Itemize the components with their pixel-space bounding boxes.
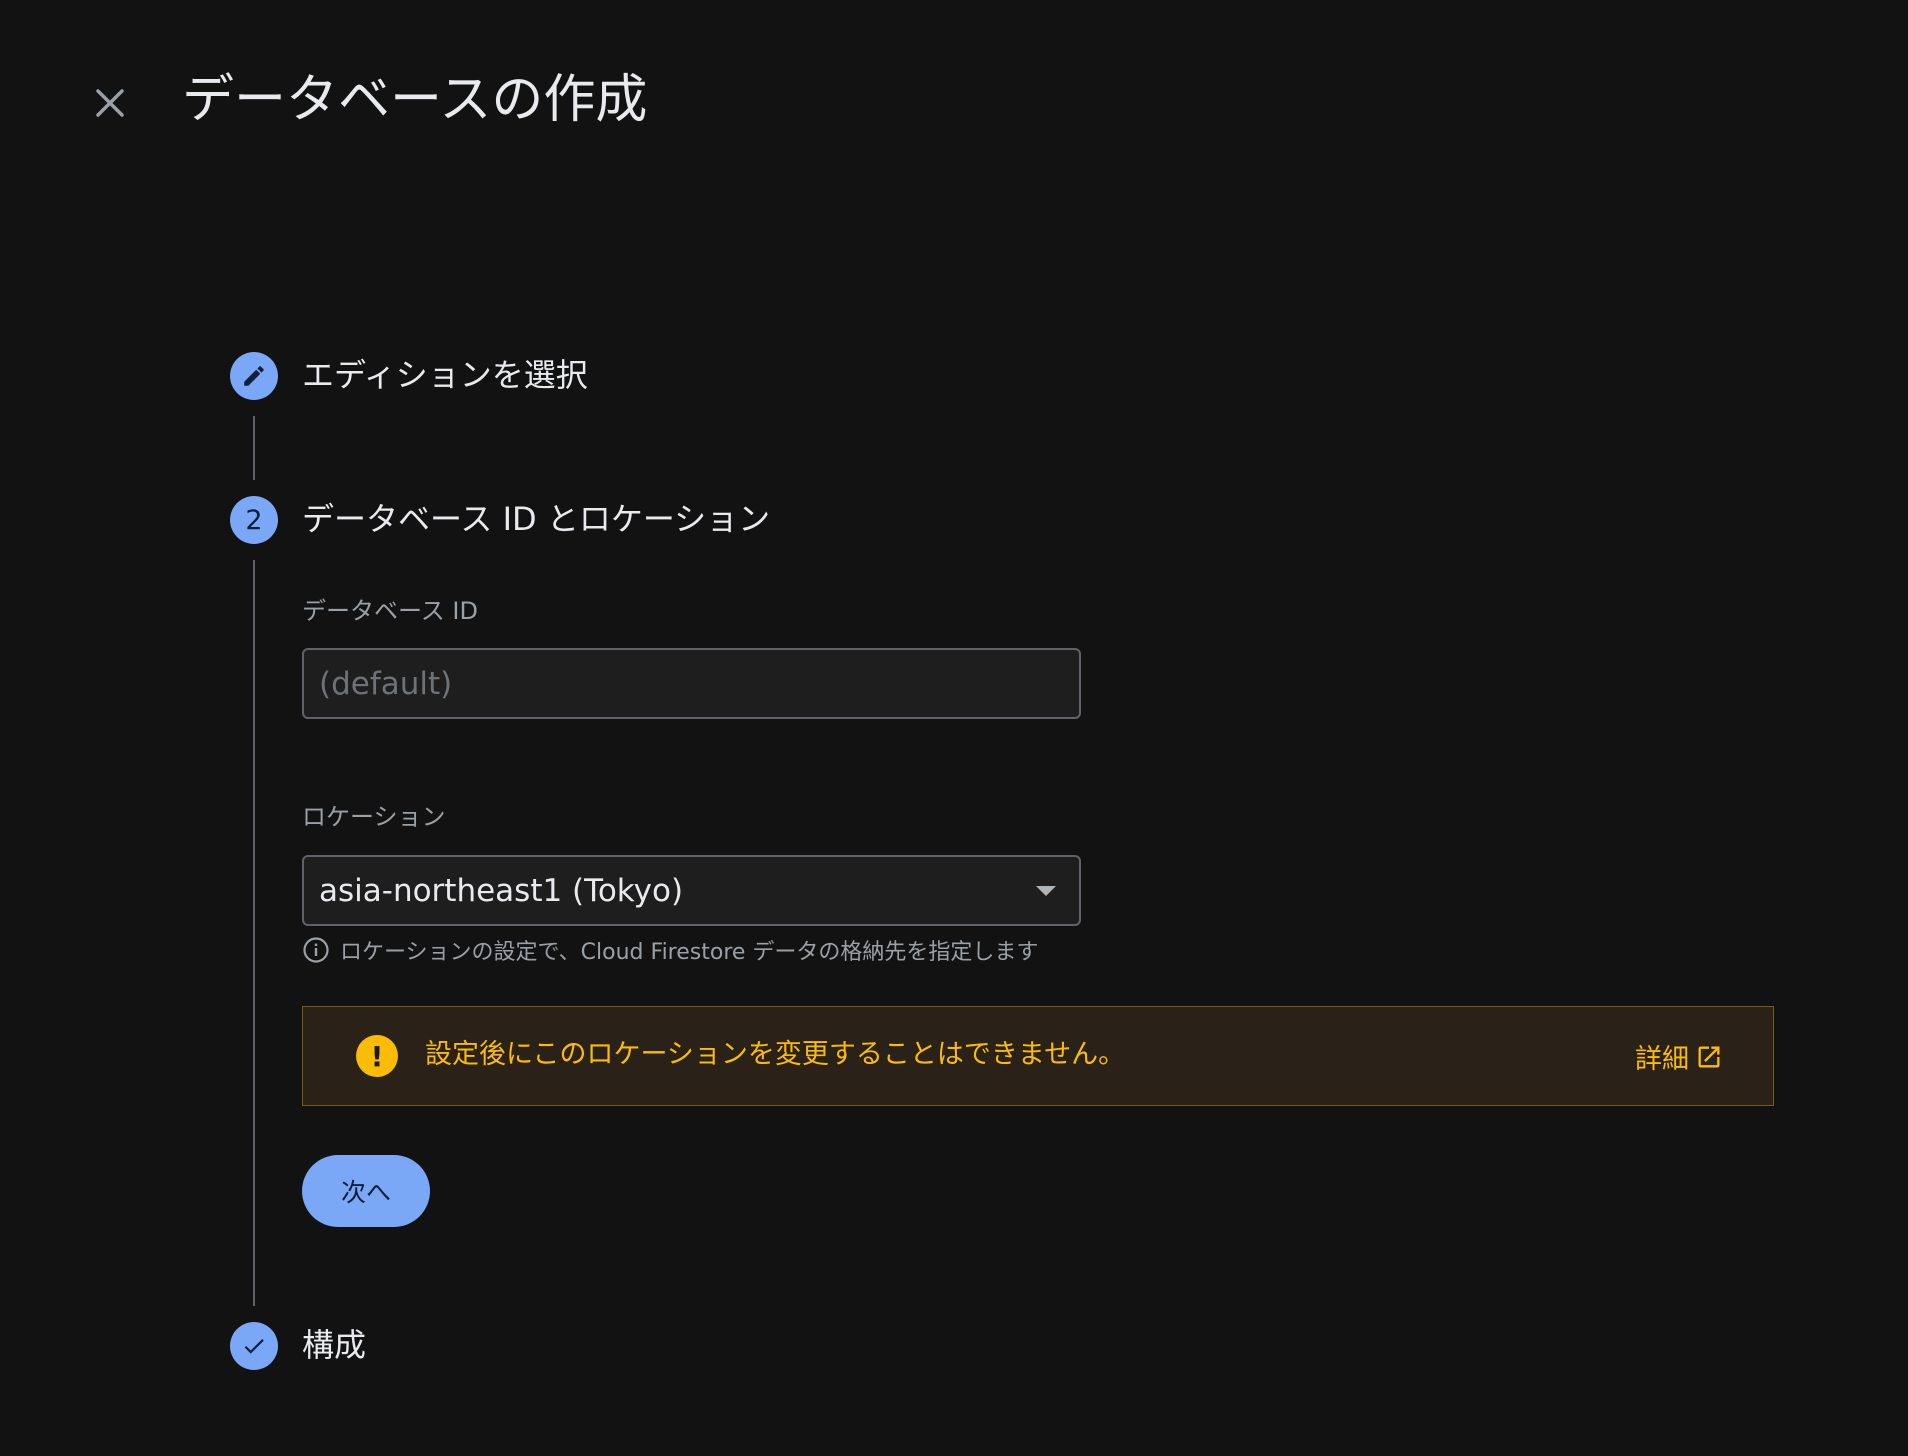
step-2-number: 2 xyxy=(245,504,263,536)
step-connector xyxy=(253,416,255,480)
step-2-circle: 2 xyxy=(230,496,278,544)
step-3-label[interactable]: 構成 xyxy=(302,1323,366,1367)
location-selected-value: asia-northeast1 (Tokyo) xyxy=(319,872,684,909)
close-icon xyxy=(96,89,124,117)
location-hint-text: ロケーションの設定で、Cloud Firestore データの格納先を指定します xyxy=(340,940,1039,965)
location-label: ロケーション xyxy=(302,803,446,831)
step-connector xyxy=(253,560,255,1306)
step-1-circle xyxy=(230,352,278,400)
location-select[interactable]: asia-northeast1 (Tokyo) xyxy=(302,855,1081,926)
info-icon xyxy=(303,937,329,963)
step-1-label[interactable]: エディションを選択 xyxy=(302,353,588,397)
details-link-label: 詳細 xyxy=(1635,1044,1689,1075)
database-id-label: データベース ID xyxy=(302,597,478,625)
pencil-icon xyxy=(244,366,264,386)
next-button[interactable]: 次へ xyxy=(302,1155,430,1227)
database-id-input[interactable] xyxy=(302,648,1081,719)
page-title: データベースの作成 xyxy=(182,70,648,130)
warning-banner: ! 設定後にこのロケーションを変更することはできません。 詳細 xyxy=(302,1006,1774,1106)
details-link[interactable]: 詳細 xyxy=(1635,1037,1723,1076)
create-database-dialog: データベースの作成 エディションを選択 2 データベース ID とロケーション … xyxy=(0,0,1908,1456)
close-button[interactable] xyxy=(85,78,135,128)
dropdown-arrow-icon xyxy=(1036,885,1056,896)
check-icon xyxy=(244,1339,264,1354)
step-3-circle xyxy=(230,1322,278,1370)
exclamation-icon: ! xyxy=(356,1035,398,1077)
step-2-label: データベース ID とロケーション xyxy=(302,500,771,538)
warning-text: 設定後にこのロケーションを変更することはできません。 xyxy=(425,1039,1126,1070)
location-hint: ロケーションの設定で、Cloud Firestore データの格納先を指定します xyxy=(302,934,1038,966)
open-in-new-icon xyxy=(1698,1046,1720,1067)
